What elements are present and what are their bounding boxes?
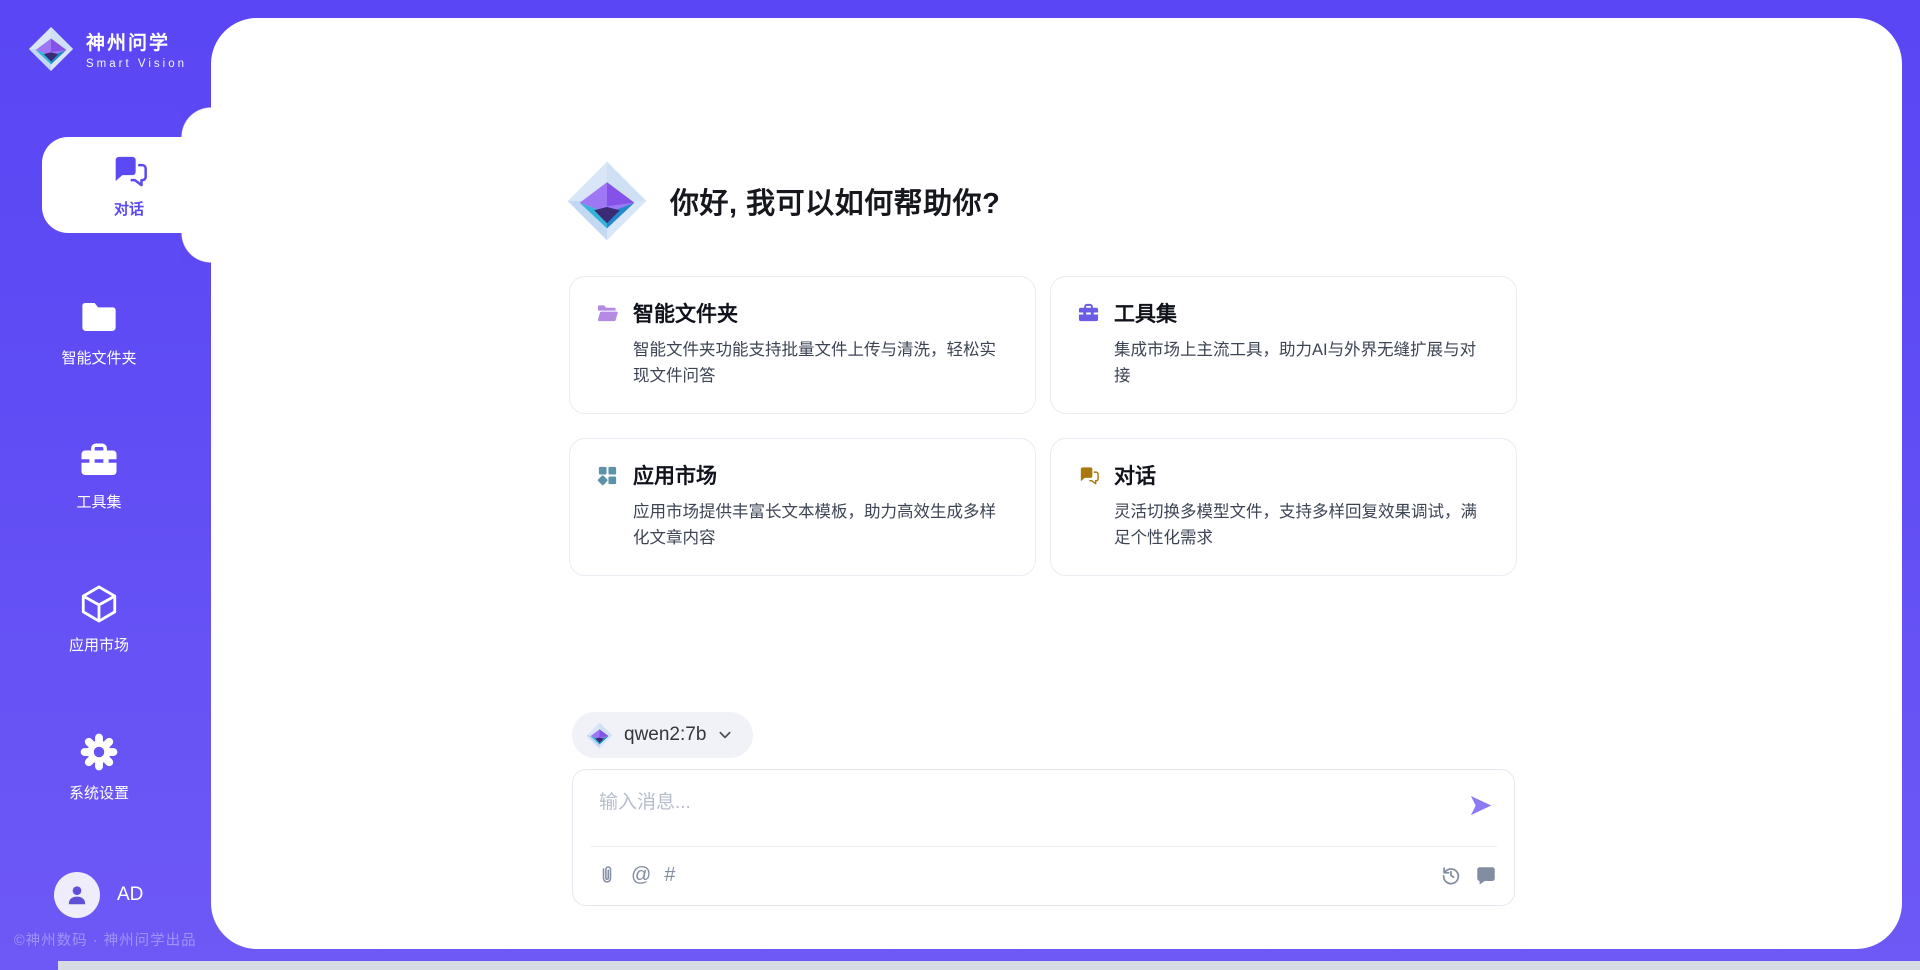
sidebar-item-label: 对话 [114,198,144,219]
brand-logo: 神州问学 Smart Vision [28,26,187,72]
send-plane-icon [1467,792,1494,819]
user-name: AD [117,884,143,906]
card-description: 应用市场提供丰富长文本模板，助力高效生成多样化文章内容 [633,499,1007,551]
apps-grid-icon [596,464,619,487]
card-title: 应用市场 [633,460,717,490]
card-smart-folder[interactable]: 智能文件夹 智能文件夹功能支持批量文件上传与清洗，轻松实现文件问答 [569,276,1036,414]
card-app-market[interactable]: 应用市场 应用市场提供丰富长文本模板，助力高效生成多样化文章内容 [569,438,1036,576]
card-title: 工具集 [1114,298,1177,328]
chat-bubbles-icon [109,151,149,191]
avatar [54,872,100,918]
main-panel: 你好, 我可以如何帮助你? 智能文件夹 智能文件夹功能支持批量文件上传与清洗，轻… [211,18,1902,949]
sidebar-item-label: 应用市场 [69,634,129,655]
gem-diamond-icon [28,26,74,72]
copyright-footer: ©神州数码 · 神州问学出品 [14,929,197,950]
card-description: 集成市场上主流工具，助力AI与外界无缝扩展与对接 [1114,337,1488,389]
model-name: qwen2:7b [624,724,706,746]
active-tab-curve-top [181,107,211,137]
user-account[interactable]: AD [54,872,143,918]
sidebar-item-label: 工具集 [76,491,121,512]
card-description: 灵活切换多模型文件，支持多样回复效果调试，满足个性化需求 [1114,499,1488,551]
gem-diamond-icon [586,722,613,749]
sidebar-item-app-market[interactable]: 应用市场 [0,583,198,655]
chat-bubbles-icon [1077,464,1100,487]
greeting-header: 你好, 我可以如何帮助你? [566,160,1000,242]
at-icon[interactable]: @ [631,864,651,886]
model-selector[interactable]: qwen2:7b [572,712,753,758]
briefcase-icon [1077,302,1100,325]
chevron-down-icon [717,727,733,743]
chat-bubble-icon[interactable] [1475,864,1497,886]
sidebar-item-chat[interactable]: 对话 [42,137,216,233]
sidebar-item-label: 智能文件夹 [61,347,136,368]
brand-name: 神州问学 [86,28,187,55]
composer-divider [590,846,1497,847]
active-tab-curve-bottom [181,233,211,263]
sidebar-item-smart-folder[interactable]: 智能文件夹 [0,296,198,368]
toolbox-icon [78,440,120,482]
feature-cards: 智能文件夹 智能文件夹功能支持批量文件上传与清洗，轻松实现文件问答 工具集 集成… [569,276,1517,576]
sidebar-item-settings[interactable]: 系统设置 [0,731,198,803]
paperclip-icon[interactable] [596,864,618,886]
message-input[interactable] [597,785,1447,840]
horizontal-scrollbar[interactable] [58,961,1920,970]
sidebar-item-toolset[interactable]: 工具集 [0,440,198,512]
composer-tools-left: @ # [596,864,675,886]
history-icon[interactable] [1440,864,1462,886]
card-toolset[interactable]: 工具集 集成市场上主流工具，助力AI与外界无缝扩展与对接 [1050,276,1517,414]
send-button[interactable] [1467,792,1494,819]
folder-open-icon [596,302,619,325]
greeting-title: 你好, 我可以如何帮助你? [670,180,1000,222]
card-chat[interactable]: 对话 灵活切换多模型文件，支持多样回复效果调试，满足个性化需求 [1050,438,1517,576]
brand-subtitle: Smart Vision [86,58,187,70]
folder-icon [78,296,120,338]
card-description: 智能文件夹功能支持批量文件上传与清洗，轻松实现文件问答 [633,337,1007,389]
card-title: 智能文件夹 [633,298,738,328]
cube-icon [78,583,120,625]
person-icon [64,882,90,908]
gear-icon [78,731,120,773]
sidebar-item-label: 系统设置 [69,782,129,803]
card-title: 对话 [1114,460,1156,490]
message-composer: @ # [572,769,1515,906]
composer-tools-right [1440,864,1497,886]
hash-icon[interactable]: # [664,864,675,886]
gem-diamond-icon [566,160,648,242]
app-window: 神州问学 Smart Vision 对话 智能文件夹 工具集 应用市场 系统设置 [0,0,1920,970]
